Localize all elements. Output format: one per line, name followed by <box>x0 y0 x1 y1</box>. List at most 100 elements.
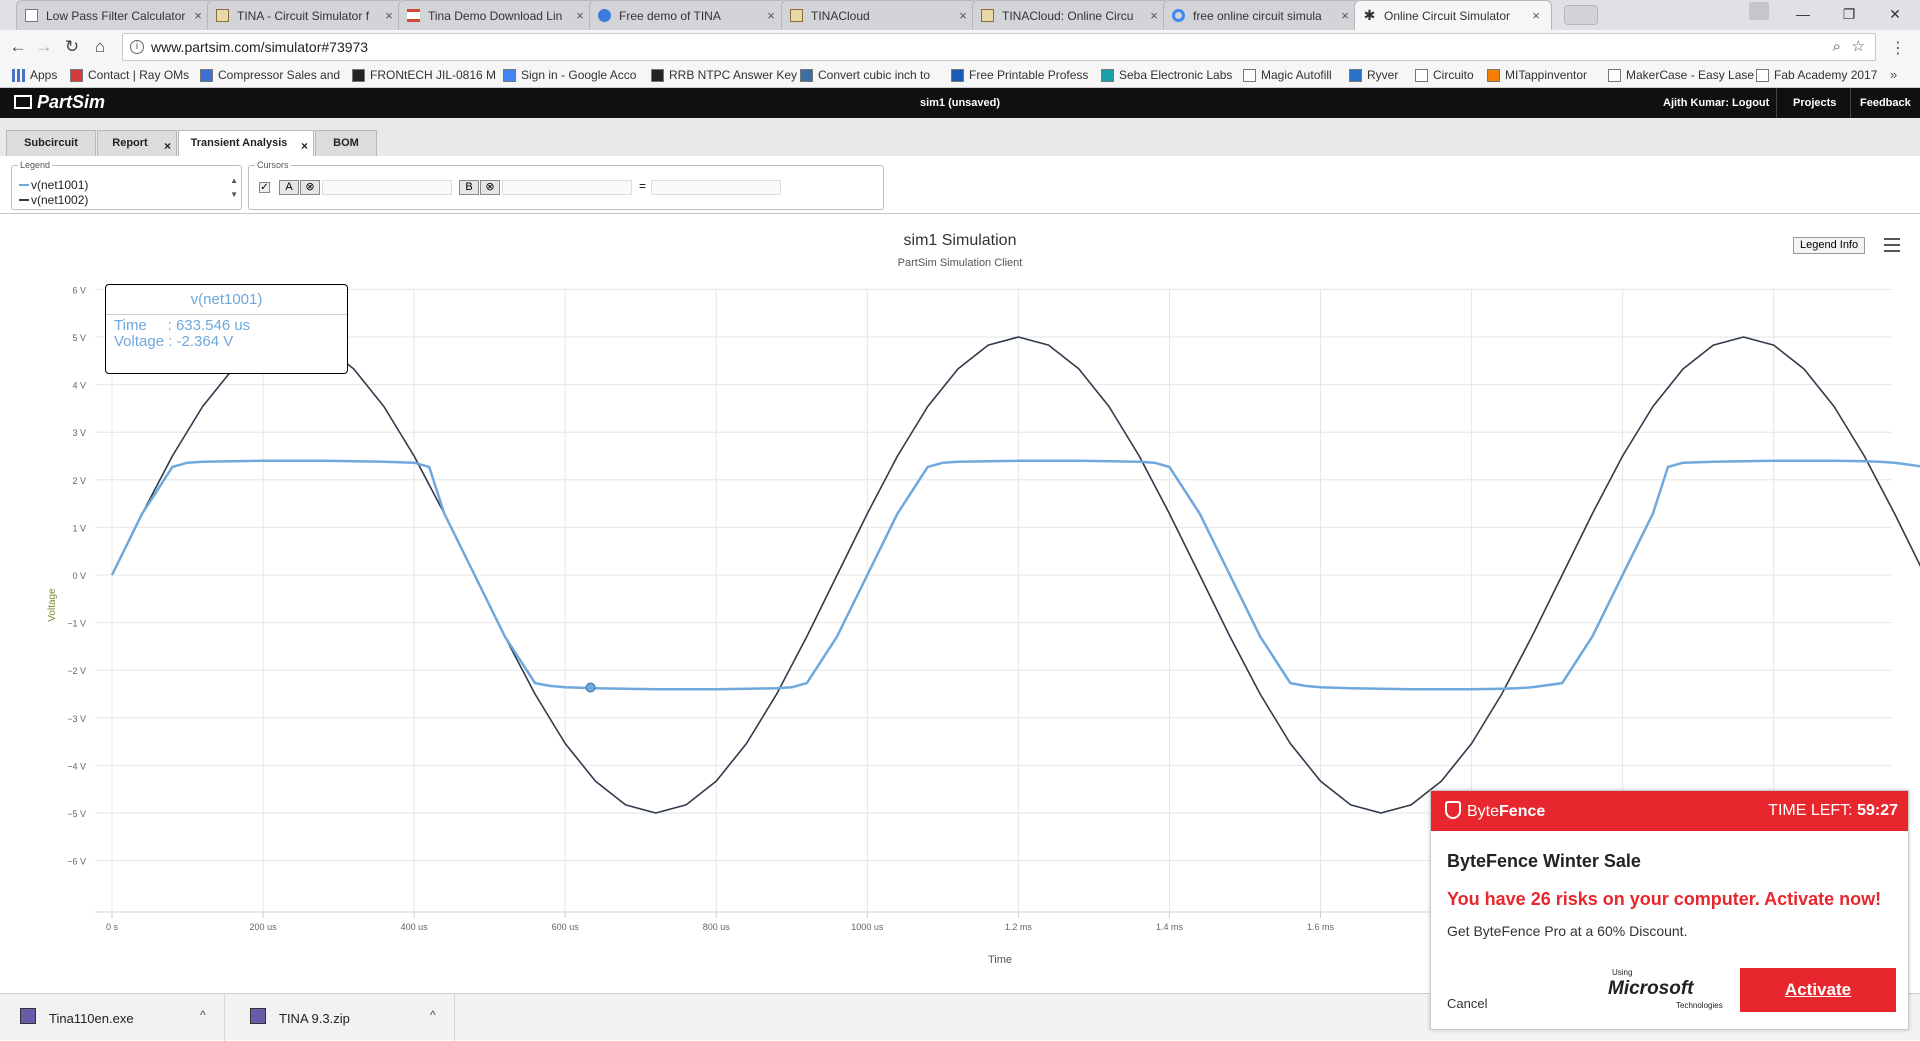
close-tab-icon[interactable]: × <box>301 134 308 158</box>
bookmark-item[interactable]: Convert cubic inch to <box>800 68 930 82</box>
tooltip-title: v(net1001) <box>106 285 347 315</box>
cursor-b-button[interactable]: B <box>459 180 479 195</box>
bookmark-label: Fab Academy 2017 <box>1774 68 1878 82</box>
bookmark-item[interactable]: Magic Autofill <box>1243 68 1332 82</box>
legend-box: Legend v(net1001) v(net1002) ▲ ▼ <box>11 160 242 210</box>
close-tab-icon[interactable]: × <box>191 8 205 23</box>
browser-tab[interactable]: free online circuit simula × <box>1163 0 1361 30</box>
reload-icon[interactable]: ↻ <box>59 34 85 60</box>
cursor-a-button[interactable]: A <box>279 180 299 195</box>
browser-tab[interactable]: Low Pass Filter Calculator × <box>16 0 214 30</box>
bookmark-item[interactable]: FRONtECH JIL-0816 M <box>352 68 496 82</box>
download-options-icon[interactable]: ^ <box>200 1008 206 1022</box>
bookmark-item[interactable]: RRB NTPC Answer Key <box>651 68 797 82</box>
close-tab-icon[interactable]: × <box>164 134 171 158</box>
tab-subcircuit[interactable]: Subcircuit <box>6 130 96 156</box>
k-bookmark-icon <box>200 68 213 82</box>
legend-item[interactable]: v(net1001) <box>19 178 88 193</box>
browser-tab[interactable]: Free demo of TINA × <box>589 0 787 30</box>
legend-info-button[interactable]: Legend Info <box>1793 237 1866 254</box>
site-info-icon[interactable]: i <box>130 40 144 54</box>
cursor-b-clear-icon[interactable]: ⊗ <box>480 180 500 195</box>
download-item[interactable]: TINA 9.3.zip ^ <box>230 994 455 1041</box>
x-tick-label: 1.6 ms <box>1307 922 1335 932</box>
close-tab-icon[interactable]: × <box>1147 8 1161 23</box>
doc-favicon-icon <box>25 9 38 22</box>
zoom-icon[interactable]: ⌕ <box>1833 34 1841 60</box>
chart-tooltip: v(net1001) Time : 633.546 us Voltage : -… <box>105 284 348 374</box>
projects-link[interactable]: Projects <box>1793 97 1836 109</box>
new-tab-button[interactable] <box>1564 5 1598 25</box>
popup-cancel-link[interactable]: Cancel <box>1447 996 1487 1011</box>
tab-title: free online circuit simula <box>1193 8 1322 23</box>
tina-favicon-icon <box>216 9 229 22</box>
close-tab-icon[interactable]: × <box>764 8 778 23</box>
bookmark-label: Magic Autofill <box>1261 68 1332 82</box>
legend-list[interactable]: v(net1001) v(net1002) <box>19 178 88 208</box>
maximize-button[interactable]: ❐ <box>1826 0 1872 28</box>
bookmark-item[interactable]: MakerCase - Easy Lase <box>1608 68 1754 82</box>
globe-favicon-icon <box>598 9 611 22</box>
cursors-enable-checkbox[interactable]: ✓ <box>259 182 270 193</box>
bookmark-item[interactable]: Sign in - Google Acco <box>503 68 636 82</box>
close-tab-icon[interactable]: × <box>1529 8 1543 23</box>
bookmark-item[interactable]: MITappinventor <box>1487 68 1587 82</box>
tab-bom[interactable]: BOM <box>315 130 377 156</box>
legend-item[interactable]: v(net1002) <box>19 193 88 208</box>
ms-tech-text: Technologies <box>1676 1001 1723 1010</box>
close-tab-icon[interactable]: × <box>1338 8 1352 23</box>
feedback-link[interactable]: Feedback <box>1860 97 1911 109</box>
cursor-a-value <box>322 180 452 195</box>
bookmark-item[interactable]: Free Printable Profess <box>951 68 1088 82</box>
amazon-bookmark-icon <box>352 68 365 82</box>
tab-report[interactable]: Report × <box>97 130 177 156</box>
popup-heading: ByteFence Winter Sale <box>1447 851 1641 871</box>
bookmark-item[interactable]: Seba Electronic Labs <box>1101 68 1232 82</box>
browser-tab[interactable]: TINACloud: Online Circu × <box>972 0 1170 30</box>
download-options-icon[interactable]: ^ <box>430 1008 436 1022</box>
bookmark-item[interactable]: Compressor Sales and <box>200 68 340 82</box>
installer-file-icon <box>20 1008 36 1024</box>
tab-transient-analysis[interactable]: Transient Analysis × <box>178 130 314 157</box>
bookmark-item[interactable]: Apps <box>12 68 57 82</box>
activate-button[interactable]: Activate <box>1740 968 1896 1012</box>
forward-icon[interactable]: → <box>31 34 57 60</box>
cursor-a-clear-icon[interactable]: ⊗ <box>300 180 320 195</box>
browser-tab[interactable]: ✱ Online Circuit Simulator × <box>1354 0 1552 30</box>
apps-bookmark-icon <box>12 68 25 82</box>
url-bar[interactable]: i www.partsim.com/simulator#73973 ⌕ ☆ <box>122 33 1876 61</box>
chart-menu-icon[interactable] <box>1884 238 1900 252</box>
bookmark-item[interactable]: Fab Academy 2017 <box>1756 68 1877 82</box>
download-item[interactable]: Tina110en.exe ^ <box>0 994 225 1041</box>
close-tab-icon[interactable]: × <box>956 8 970 23</box>
brand-prefix: Byte <box>1467 803 1500 820</box>
close-tab-icon[interactable]: × <box>573 8 587 23</box>
bookmarks-overflow-icon[interactable]: » <box>1890 67 1897 82</box>
close-window-button[interactable]: ✕ <box>1872 0 1918 28</box>
analysis-control-panel: Legend v(net1001) v(net1002) ▲ ▼ Cursors … <box>0 156 1920 214</box>
ray-bookmark-icon <box>70 68 83 82</box>
profile-icon[interactable] <box>1749 2 1769 20</box>
home-icon[interactable]: ⌂ <box>87 34 113 60</box>
y-tick-label: 1 V <box>72 523 86 533</box>
y-tick-label: −6 V <box>67 857 86 867</box>
bookmark-item[interactable]: Circuito <box>1415 68 1474 82</box>
legend-scrollbar[interactable]: ▲ ▼ <box>230 174 238 202</box>
browser-menu-icon[interactable]: ⋮ <box>1890 38 1906 58</box>
browser-tab[interactable]: TINACloud × <box>781 0 979 30</box>
cursors-box-label: Cursors <box>257 160 289 170</box>
timer-value: 59:27 <box>1857 802 1898 819</box>
y-tick-label: −5 V <box>67 809 86 819</box>
bookmark-item[interactable]: Ryver <box>1349 68 1398 82</box>
browser-tab[interactable]: TINA - Circuit Simulator f × <box>207 0 405 30</box>
bookmark-item[interactable]: Contact | Ray OMs <box>70 68 189 82</box>
browser-tab[interactable]: Tina Demo Download Lin × <box>398 0 596 30</box>
tab-title: TINA - Circuit Simulator f <box>237 8 370 23</box>
back-icon[interactable]: ← <box>5 34 31 60</box>
close-tab-icon[interactable]: × <box>382 8 396 23</box>
minimize-button[interactable]: — <box>1780 0 1826 28</box>
bookmark-star-icon[interactable]: ☆ <box>1852 34 1865 60</box>
legend-box-label: Legend <box>20 160 51 170</box>
gmail-favicon-icon <box>407 9 420 22</box>
logout-link[interactable]: Ajith Kumar: Logout <box>1663 97 1769 109</box>
